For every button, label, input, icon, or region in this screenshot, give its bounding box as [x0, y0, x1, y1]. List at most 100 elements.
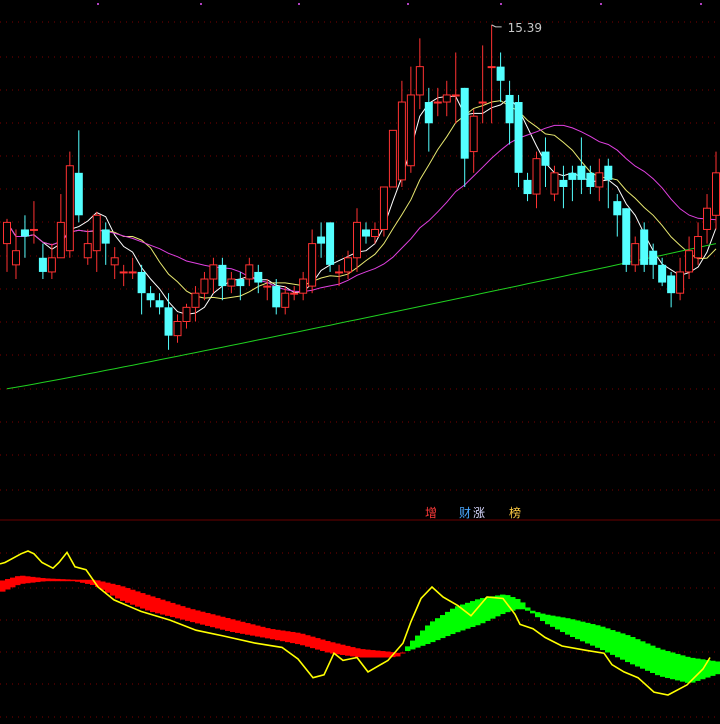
band-column	[545, 614, 551, 625]
band-column	[610, 630, 616, 655]
band-column	[45, 578, 51, 582]
candle-body	[317, 236, 326, 244]
band-column	[595, 625, 601, 648]
indicator-label-cai: 财	[459, 506, 471, 520]
band-column	[20, 575, 26, 584]
candle	[218, 257, 227, 301]
band-column	[325, 640, 331, 653]
band-column	[410, 640, 416, 650]
candle	[523, 172, 532, 202]
candle	[622, 208, 631, 272]
band-column	[240, 621, 246, 634]
candle	[505, 80, 514, 145]
candle	[658, 257, 667, 287]
candle-body	[478, 101, 487, 104]
candle-body	[245, 264, 254, 280]
band-column	[535, 612, 541, 618]
band-column	[380, 651, 386, 658]
candle	[110, 247, 119, 280]
candle	[353, 208, 362, 272]
candle	[586, 165, 595, 195]
candle-body	[65, 165, 74, 252]
candle	[209, 257, 218, 294]
band-column	[515, 598, 521, 610]
band-column	[620, 633, 626, 660]
band-column	[295, 632, 301, 645]
candle	[308, 229, 317, 294]
band-column	[175, 604, 181, 619]
band-column	[695, 658, 701, 681]
top-dot	[298, 3, 300, 5]
candle	[65, 151, 74, 258]
candle-body	[649, 250, 658, 265]
candle-body	[11, 250, 20, 266]
band-column	[330, 642, 336, 654]
candle	[424, 87, 433, 152]
band-column	[70, 579, 76, 582]
candle	[712, 151, 720, 230]
candle-body	[640, 229, 649, 265]
candle-body	[290, 292, 299, 295]
band-column	[405, 646, 411, 652]
candle	[496, 52, 505, 103]
ma5-line	[6, 95, 717, 315]
candle-body	[442, 94, 451, 103]
candle-body	[532, 158, 541, 195]
candle	[164, 293, 173, 350]
band-column	[120, 586, 126, 601]
top-dot	[700, 3, 702, 5]
max-price-leader	[491, 24, 502, 28]
band-column	[115, 584, 121, 599]
max-price-label: 15.39	[508, 21, 542, 35]
band-column	[485, 597, 491, 621]
candle-body	[550, 172, 559, 195]
top-marker-dots	[97, 3, 702, 5]
candle-body	[631, 243, 640, 266]
candle	[155, 293, 164, 315]
band-column	[300, 633, 306, 646]
candle	[254, 264, 263, 294]
band-column	[360, 649, 366, 658]
band-column	[105, 582, 111, 593]
band-column	[395, 652, 401, 657]
candle-body	[299, 278, 308, 294]
band-column	[110, 583, 116, 596]
top-dot	[600, 3, 602, 5]
band-column	[490, 596, 496, 619]
indicator-label-bang: 榜	[509, 505, 521, 520]
candle-body	[20, 229, 29, 237]
candle-body	[173, 320, 182, 337]
candle-body	[83, 243, 92, 259]
candle-body	[38, 257, 47, 272]
candle-body	[200, 278, 209, 294]
band-column	[435, 618, 441, 641]
candle	[397, 80, 406, 187]
band-column	[680, 655, 686, 682]
candle	[487, 24, 496, 124]
candle	[20, 215, 29, 258]
ma60-line	[6, 243, 717, 390]
band-column	[220, 616, 226, 630]
candle-body	[370, 228, 379, 238]
candle-body	[712, 172, 720, 216]
candle	[370, 222, 379, 244]
candle-body	[182, 306, 191, 322]
candle-body	[703, 207, 712, 230]
band-column	[615, 631, 621, 658]
indicator-line	[0, 550, 711, 696]
band-column	[140, 593, 146, 609]
candle	[676, 257, 685, 301]
candle	[613, 194, 622, 237]
candle	[38, 243, 47, 280]
candle-body	[685, 250, 694, 273]
candle-body	[622, 208, 631, 265]
candle	[272, 279, 281, 315]
band-column	[200, 611, 206, 625]
band-column	[365, 649, 371, 658]
candle	[83, 229, 92, 265]
candle	[137, 264, 146, 315]
candle-body	[326, 222, 335, 265]
candle	[128, 257, 137, 280]
candle	[550, 165, 559, 202]
band-column	[455, 606, 461, 633]
